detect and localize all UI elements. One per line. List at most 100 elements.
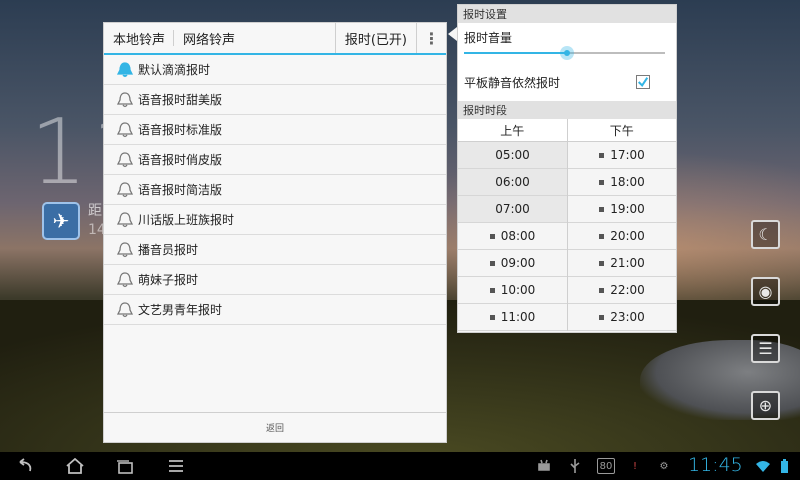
time-slot-label: 17:00 [610, 148, 645, 162]
volume-slider[interactable] [464, 46, 665, 60]
ringtone-item[interactable]: 川话版上班族报时 [104, 205, 446, 235]
time-slot[interactable]: 07:00 [458, 196, 567, 223]
time-slot-label: 05:00 [495, 148, 530, 162]
ringtone-label: 默认滴滴报时 [138, 63, 211, 77]
checkmark-icon [637, 77, 649, 88]
bell-icon [116, 61, 134, 77]
pm-slots: 17:00 18:00 19:00 20:00 21:00 22:00 23:00 [567, 142, 676, 331]
ringtone-label: 语音报时简洁版 [138, 183, 223, 197]
volume-slider-fill [464, 52, 567, 54]
alarm-device-icon[interactable]: ◉ [751, 277, 780, 306]
time-slot[interactable]: 11:00 [458, 304, 567, 331]
bell-icon [116, 151, 134, 167]
time-slot[interactable]: 21:00 [568, 250, 676, 277]
ringtone-list: 默认滴滴报时 语音报时甜美版语音报时标准版语音报时俏皮版 语音报时简洁版 川话版上班族… [104, 55, 446, 325]
home-icon[interactable] [64, 456, 86, 476]
system-bar: 80 ! ⚙ 11:45 [0, 452, 800, 480]
enabled-marker-icon [599, 260, 605, 266]
recent-apps-icon[interactable] [114, 456, 136, 476]
ringtone-panel: 本地铃声 网络铃声 报时(已开) ⋮ 默认滴滴报时 语音报时甜美版语音报时标准版语… [103, 22, 447, 443]
tab-online-ringtones[interactable]: 网络铃声 [174, 23, 244, 53]
enabled-marker-icon [599, 179, 605, 185]
time-slot[interactable]: 20:00 [568, 223, 676, 250]
time-slot-grid: 05:00 06:00 07:00 08:00 09:00 10:00 11:00 17:0… [458, 142, 676, 331]
chime-settings-panel: 报时设置 报时音量 平板静音依然报时 报时时段 上午 下午 05:00 06:00… [457, 4, 677, 333]
ringtone-item[interactable]: 语音报时标准版 [104, 115, 446, 145]
mute-still-chime-checkbox[interactable] [636, 75, 650, 89]
wifi-icon [755, 458, 771, 474]
time-slot[interactable]: 05:00 [458, 142, 567, 169]
time-slot-label: 06:00 [495, 175, 530, 189]
pm-header: 下午 [566, 119, 677, 141]
time-slot[interactable]: 08:00 [458, 223, 567, 250]
ringtone-label: 播音员报时 [138, 243, 199, 257]
enabled-marker-icon [489, 233, 495, 239]
android-debug-icon [536, 458, 552, 474]
bell-icon [116, 241, 134, 257]
ringtone-label: 川话版上班族报时 [138, 213, 235, 227]
mute-still-chime-label: 平板静音依然报时 [464, 75, 561, 90]
ringtone-label: 语音报时俏皮版 [138, 153, 223, 167]
ringtone-label: 文艺男青年报时 [138, 303, 223, 317]
am-header: 上午 [500, 123, 525, 138]
bell-icon [116, 301, 134, 317]
enabled-marker-icon [599, 233, 605, 239]
night-mode-icon[interactable]: ☾ [751, 220, 780, 249]
popover-pointer [448, 27, 457, 41]
ringtone-item[interactable]: 文艺男青年报时 [104, 295, 446, 325]
time-slot[interactable]: 18:00 [568, 169, 676, 196]
time-slot-label: 23:00 [610, 310, 645, 324]
tab-local-ringtones[interactable]: 本地铃声 [104, 23, 173, 53]
enabled-marker-icon [599, 206, 605, 212]
bell-icon [116, 181, 134, 197]
overflow-menu-icon[interactable]: ⋮ [416, 23, 446, 53]
time-slot-label: 09:00 [500, 256, 536, 270]
usb-icon [567, 458, 583, 474]
time-slot-label: 10:00 [500, 283, 536, 297]
enabled-marker-icon [489, 287, 495, 293]
time-slot-label: 22:00 [610, 283, 645, 297]
time-slot-label: 18:00 [610, 175, 645, 189]
bell-icon [116, 271, 134, 287]
ringtone-item[interactable]: 语音报时甜美版 [104, 85, 446, 115]
time-slot[interactable]: 23:00 [568, 304, 676, 331]
enabled-marker-icon [489, 260, 495, 266]
back-button[interactable]: 返回 [104, 412, 446, 442]
hourly-chime-toggle[interactable]: 报时(已开) [334, 23, 416, 53]
time-slot-label: 19:00 [610, 202, 645, 216]
volume-slider-thumb[interactable] [559, 46, 574, 60]
time-slot[interactable]: 06:00 [458, 169, 567, 196]
ringtone-label: 萌妹子报时 [138, 273, 199, 287]
settings-title: 报时设置 [458, 5, 676, 23]
ringtone-item[interactable]: 默认滴滴报时 [104, 55, 446, 85]
ringtone-item[interactable]: 语音报时俏皮版 [104, 145, 446, 175]
notification-icon[interactable]: ! [628, 458, 642, 474]
time-slot[interactable]: 10:00 [458, 277, 567, 304]
time-slot-label: 08:00 [500, 229, 536, 243]
ringtone-item[interactable]: 语音报时简洁版 [104, 175, 446, 205]
enabled-marker-icon [489, 314, 495, 320]
rocket-icon[interactable]: ✈ [42, 202, 80, 240]
enabled-marker-icon [599, 152, 605, 158]
time-slot[interactable]: 17:00 [568, 142, 676, 169]
battery-icon [779, 458, 789, 474]
bell-icon [116, 121, 134, 137]
mute-still-chime-row[interactable]: 平板静音依然报时 [458, 63, 676, 101]
list-icon[interactable]: ☰ [751, 334, 780, 363]
ringtone-item[interactable]: 萌妹子报时 [104, 265, 446, 295]
menu-icon[interactable] [165, 456, 187, 476]
add-widget-icon[interactable]: ⊕ [751, 391, 780, 420]
ringtone-tabs: 本地铃声 网络铃声 报时(已开) ⋮ [104, 23, 446, 55]
time-slot[interactable]: 09:00 [458, 250, 567, 277]
status-clock[interactable]: 11:45 [688, 454, 743, 476]
ringtone-label: 语音报时甜美版 [138, 93, 223, 107]
alert-icon[interactable]: ⚙ [657, 458, 671, 474]
widget-text: 距 [88, 203, 102, 219]
time-slot-label: 20:00 [610, 229, 645, 243]
ringtone-item[interactable]: 播音员报时 [104, 235, 446, 265]
back-icon[interactable] [14, 456, 36, 476]
enabled-marker-icon [599, 314, 605, 320]
time-slot-label: 21:00 [610, 256, 645, 270]
time-slot[interactable]: 19:00 [568, 196, 676, 223]
time-slot[interactable]: 22:00 [568, 277, 676, 304]
